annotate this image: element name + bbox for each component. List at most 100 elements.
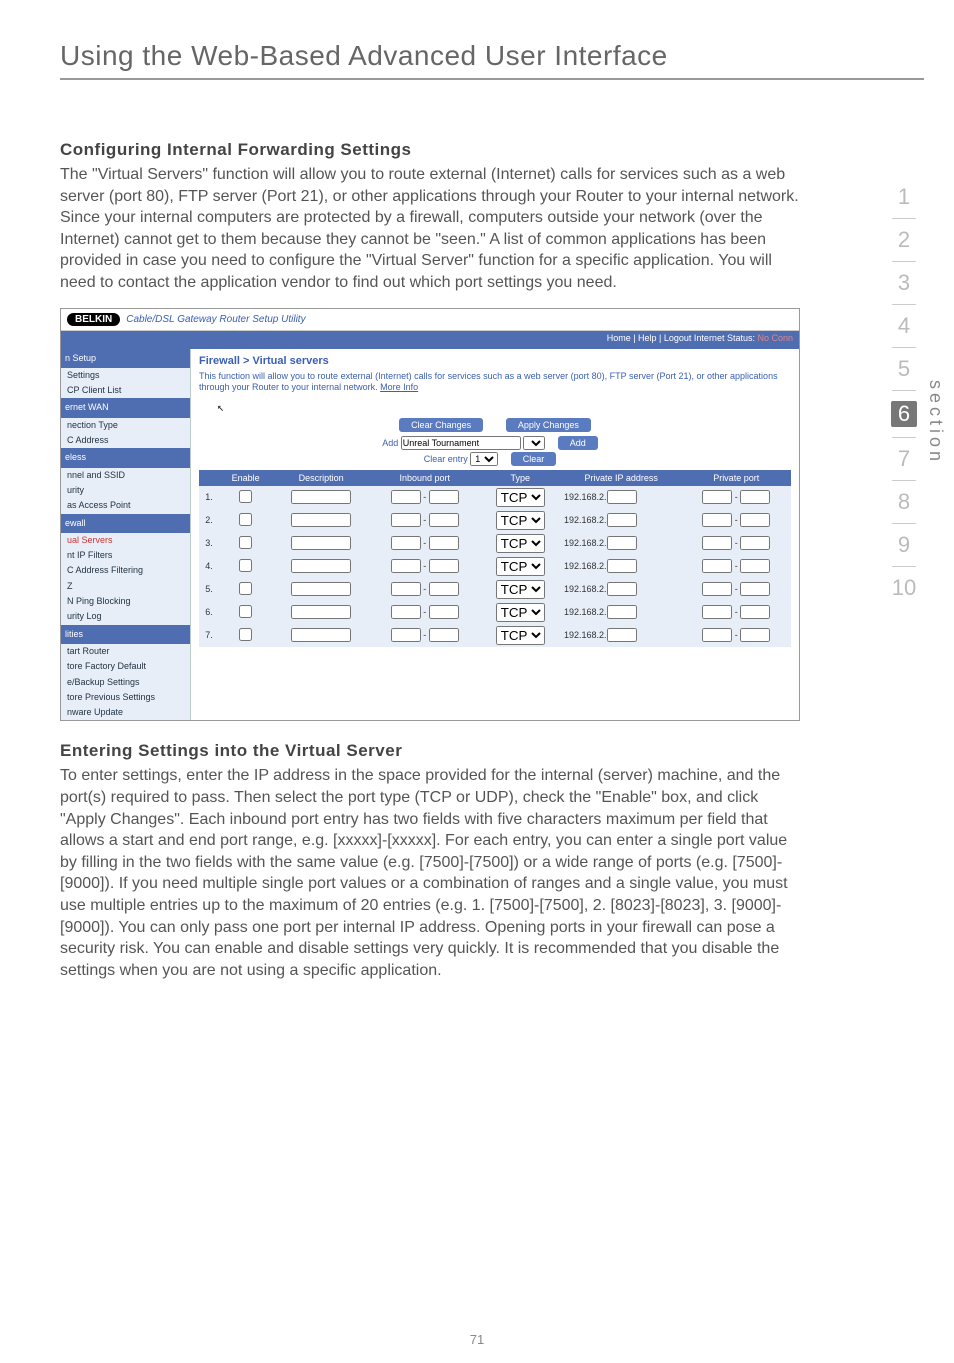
- more-info-link[interactable]: More Info: [380, 382, 418, 392]
- router-ui-screenshot: BELKIN Cable/DSL Gateway Router Setup Ut…: [60, 308, 800, 722]
- private-port-start[interactable]: [702, 605, 732, 619]
- enable-checkbox[interactable]: [239, 605, 252, 618]
- type-select[interactable]: TCP: [496, 488, 545, 507]
- sidebar-item[interactable]: CP Client List: [61, 383, 190, 398]
- ip-suffix-input[interactable]: [607, 628, 637, 642]
- add-input[interactable]: [401, 436, 521, 450]
- inbound-port-start[interactable]: [391, 628, 421, 642]
- type-select[interactable]: TCP: [496, 557, 545, 576]
- shot-header: BELKIN Cable/DSL Gateway Router Setup Ut…: [61, 309, 799, 331]
- private-port-start[interactable]: [702, 559, 732, 573]
- private-port-end[interactable]: [740, 582, 770, 596]
- private-port-end[interactable]: [740, 605, 770, 619]
- inbound-port-end[interactable]: [429, 513, 459, 527]
- sidebar-item[interactable]: tart Router: [61, 644, 190, 659]
- sidebar-item[interactable]: Z: [61, 579, 190, 594]
- private-port-start[interactable]: [702, 582, 732, 596]
- enable-checkbox[interactable]: [239, 490, 252, 503]
- sidebar-item[interactable]: e/Backup Settings: [61, 675, 190, 690]
- inbound-port-start[interactable]: [391, 536, 421, 550]
- config-body: The "Virtual Servers" function will allo…: [60, 164, 800, 294]
- clear-button[interactable]: Clear: [511, 452, 557, 466]
- ip-suffix-input[interactable]: [607, 582, 637, 596]
- section-nav-2[interactable]: 2: [874, 229, 934, 251]
- section-nav-9[interactable]: 9: [874, 534, 934, 556]
- description-input[interactable]: [291, 582, 351, 596]
- private-port-start[interactable]: [702, 536, 732, 550]
- nav-separator: [892, 390, 916, 391]
- nav-separator: [892, 347, 916, 348]
- enable-checkbox[interactable]: [239, 559, 252, 572]
- ip-suffix-input[interactable]: [607, 513, 637, 527]
- ip-suffix-input[interactable]: [607, 536, 637, 550]
- sidebar-item[interactable]: N Ping Blocking: [61, 594, 190, 609]
- description-input[interactable]: [291, 513, 351, 527]
- section-nav-3[interactable]: 3: [874, 272, 934, 294]
- sidebar-item[interactable]: C Address: [61, 433, 190, 448]
- inbound-port-start[interactable]: [391, 605, 421, 619]
- description-input[interactable]: [291, 559, 351, 573]
- private-port-start[interactable]: [702, 513, 732, 527]
- inbound-port-end[interactable]: [429, 582, 459, 596]
- description-input[interactable]: [291, 628, 351, 642]
- ip-suffix-input[interactable]: [607, 490, 637, 504]
- type-select[interactable]: TCP: [496, 534, 545, 553]
- apply-changes-button[interactable]: Apply Changes: [506, 418, 591, 432]
- inbound-port-end[interactable]: [429, 490, 459, 504]
- add-button[interactable]: Add: [558, 436, 598, 450]
- sidebar-item[interactable]: nection Type: [61, 418, 190, 433]
- page-title: Using the Web-Based Advanced User Interf…: [60, 40, 924, 72]
- sidebar-item[interactable]: as Access Point: [61, 498, 190, 513]
- type-select[interactable]: TCP: [496, 603, 545, 622]
- inbound-port-start[interactable]: [391, 582, 421, 596]
- sidebar-item[interactable]: urity: [61, 483, 190, 498]
- section-nav-1[interactable]: 1: [874, 186, 934, 208]
- enable-checkbox[interactable]: [239, 582, 252, 595]
- enable-checkbox[interactable]: [239, 628, 252, 641]
- sidebar-item[interactable]: nware Update: [61, 705, 190, 720]
- sidebar-item[interactable]: nt IP Filters: [61, 548, 190, 563]
- add-select[interactable]: [523, 436, 545, 450]
- clear-entry-select[interactable]: 1: [470, 452, 498, 466]
- topbar-links[interactable]: Home | Help | Logout Internet Status:: [607, 333, 758, 343]
- inbound-port-start[interactable]: [391, 490, 421, 504]
- type-select[interactable]: TCP: [496, 580, 545, 599]
- enable-checkbox[interactable]: [239, 536, 252, 549]
- private-port-end[interactable]: [740, 559, 770, 573]
- ip-suffix-input[interactable]: [607, 559, 637, 573]
- sidebar-item[interactable]: tore Factory Default: [61, 659, 190, 674]
- inbound-port-end[interactable]: [429, 628, 459, 642]
- description-input[interactable]: [291, 536, 351, 550]
- type-select[interactable]: TCP: [496, 511, 545, 530]
- sidebar-item[interactable]: Settings: [61, 368, 190, 383]
- config-heading: Configuring Internal Forwarding Settings: [60, 140, 924, 160]
- sidebar-item[interactable]: tore Previous Settings: [61, 690, 190, 705]
- ip-suffix-input[interactable]: [607, 605, 637, 619]
- section-nav-8[interactable]: 8: [874, 491, 934, 513]
- clear-changes-button[interactable]: Clear Changes: [399, 418, 483, 432]
- section-nav-4[interactable]: 4: [874, 315, 934, 337]
- private-port-start[interactable]: [702, 490, 732, 504]
- private-port-end[interactable]: [740, 513, 770, 527]
- private-port-end[interactable]: [740, 490, 770, 504]
- private-port-start[interactable]: [702, 628, 732, 642]
- inbound-port-end[interactable]: [429, 559, 459, 573]
- description-input[interactable]: [291, 605, 351, 619]
- inbound-port-start[interactable]: [391, 559, 421, 573]
- sidebar-item[interactable]: urity Log: [61, 609, 190, 624]
- type-select[interactable]: TCP: [496, 626, 545, 645]
- table-row: 5. - TCP192.168.2. -: [199, 578, 791, 601]
- private-port-end[interactable]: [740, 628, 770, 642]
- sidebar-item[interactable]: C Address Filtering: [61, 563, 190, 578]
- sidebar-item[interactable]: ual Servers: [61, 533, 190, 548]
- private-port-end[interactable]: [740, 536, 770, 550]
- section-nav-5[interactable]: 5: [874, 358, 934, 380]
- sidebar-item[interactable]: nnel and SSID: [61, 468, 190, 483]
- inbound-port-end[interactable]: [429, 536, 459, 550]
- section-nav-10[interactable]: 10: [874, 577, 934, 599]
- inbound-port-start[interactable]: [391, 513, 421, 527]
- enable-checkbox[interactable]: [239, 513, 252, 526]
- section-nav-6[interactable]: 6: [891, 401, 917, 427]
- inbound-port-end[interactable]: [429, 605, 459, 619]
- description-input[interactable]: [291, 490, 351, 504]
